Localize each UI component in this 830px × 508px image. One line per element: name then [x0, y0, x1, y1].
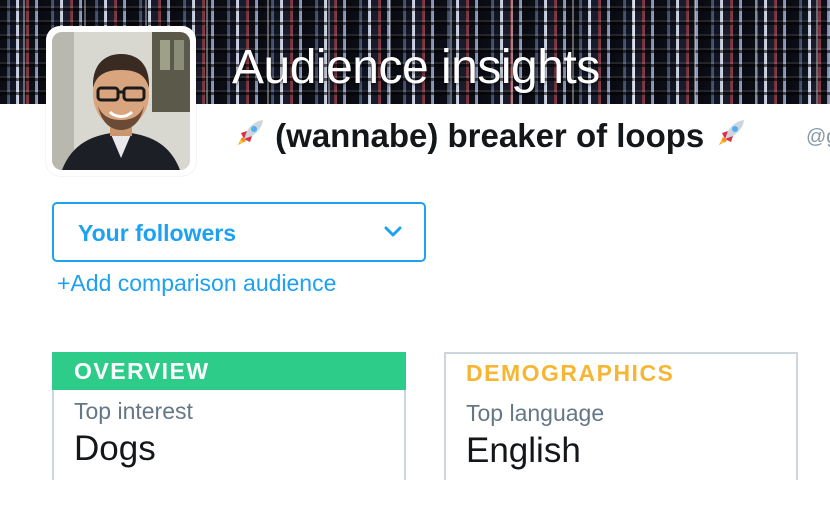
overview-heading: OVERVIEW: [52, 352, 406, 390]
top-language-value: English: [466, 431, 581, 470]
top-interest-value: Dogs: [74, 429, 156, 468]
demographics-card[interactable]: DEMOGRAPHICS Top language English: [444, 352, 798, 480]
avatar[interactable]: [46, 26, 196, 176]
page-title: Audience insights: [232, 41, 600, 94]
display-name-text: (wannabe) breaker of loops: [275, 117, 705, 154]
rocket-icon: [713, 117, 747, 160]
avatar-image: [52, 32, 190, 170]
overview-card[interactable]: OVERVIEW Top interest Dogs: [52, 352, 406, 480]
top-interest-label: Top interest: [74, 398, 193, 424]
top-language-label: Top language: [466, 400, 605, 426]
rocket-icon: [232, 117, 266, 160]
demographics-heading: DEMOGRAPHICS: [466, 360, 675, 386]
audience-dropdown-label: Your followers: [78, 220, 237, 246]
audience-dropdown[interactable]: Your followers: [52, 202, 426, 262]
add-comparison-audience-link[interactable]: +Add comparison audience: [57, 270, 336, 297]
chevron-down-icon: [384, 224, 402, 243]
display-name: (wannabe) breaker of loops: [232, 116, 747, 160]
user-handle: @g: [806, 126, 830, 148]
